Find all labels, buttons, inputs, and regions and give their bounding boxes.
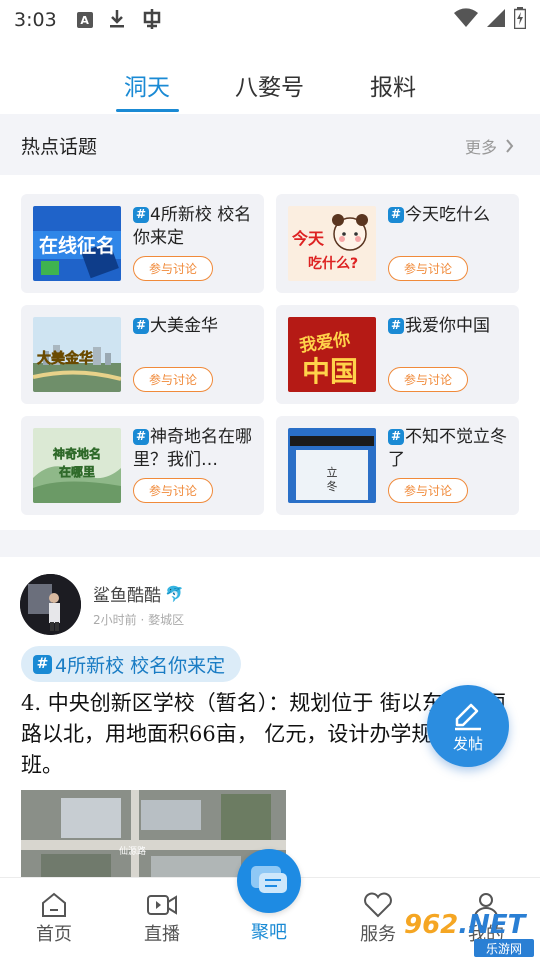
hash-icon: # <box>388 206 404 223</box>
topic-title: # 今天吃什么 <box>388 204 512 227</box>
topic-title: # 不知不觉立冬了 <box>388 427 507 470</box>
svg-text:中国: 中国 <box>302 355 358 388</box>
heart-icon <box>364 892 392 918</box>
hot-topics-grid: 在线征名 #4所新校 校名你来定 参与讨论 今天 吃什么? # 今天吃什么 参与… <box>0 175 540 530</box>
wifi-icon <box>454 8 478 32</box>
hash-icon: # <box>133 317 149 334</box>
dolphin-icon: 🐬 <box>165 584 184 603</box>
svg-text:在哪里: 在哪里 <box>59 464 95 479</box>
hot-topics-title: 热点话题 <box>21 136 98 158</box>
tab-dongtian[interactable]: 洞天 <box>124 68 170 102</box>
map-road-label: 仙源路 <box>119 845 146 857</box>
topic-card[interactable]: 今天 吃什么? # 今天吃什么 参与讨论 <box>276 194 519 293</box>
topic-card[interactable]: 神奇地名 在哪里 # 神奇地名在哪里？我们… 参与讨论 <box>21 416 264 515</box>
topic-thumbnail: 大美金华 <box>33 317 121 392</box>
join-discussion-button[interactable]: 参与讨论 <box>133 367 213 392</box>
active-tab-indicator <box>116 109 179 112</box>
topic-card[interactable]: 在线征名 #4所新校 校名你来定 参与讨论 <box>21 194 264 293</box>
nav-juba[interactable] <box>237 849 301 913</box>
compose-label: 发帖 <box>452 734 483 753</box>
author-name[interactable]: 鲨鱼酷酷 🐬 <box>93 581 184 607</box>
battery-icon <box>513 7 527 33</box>
top-tabs: 洞天 八婺号 报料 <box>0 68 540 114</box>
hash-icon: # <box>33 654 52 674</box>
chevron-right-icon <box>506 139 514 153</box>
join-discussion-button[interactable]: 参与讨论 <box>388 256 468 281</box>
hot-topics-header: 热点话题 更多 <box>0 114 540 175</box>
svg-text:冬: 冬 <box>327 479 338 493</box>
post-meta: 2小时前 · 婺城区 <box>93 613 185 627</box>
nav-home[interactable]: 首页 <box>19 892 89 946</box>
tab-bawuhao[interactable]: 八婺号 <box>235 68 304 102</box>
topic-title: # 大美金华 <box>133 315 257 338</box>
hash-icon: # <box>133 206 149 223</box>
topic-title: #4所新校 校名你来定 <box>133 205 252 248</box>
nav-juba-label[interactable]: 聚吧 <box>234 918 304 944</box>
hot-topics-section: 热点话题 更多 在线征名 #4所新校 校名你来定 参与讨论 今天 吃什么? # … <box>0 114 540 530</box>
a-icon: A <box>76 12 93 28</box>
section-divider <box>0 530 540 557</box>
avatar[interactable] <box>20 574 81 635</box>
signal-icon <box>486 8 506 32</box>
topic-thumbnail: 在线征名 <box>33 206 121 281</box>
topic-title: # 我爱你中国 <box>388 315 512 338</box>
thumb-text: 在线征名 <box>39 234 115 257</box>
compose-post-button[interactable]: 发帖 <box>427 685 509 767</box>
topic-thumbnail: 神奇地名 在哪里 <box>33 428 121 503</box>
topic-thumbnail: 立 冬 <box>288 428 376 503</box>
topic-card[interactable]: 我爱你 中国 # 我爱你中国 参与讨论 <box>276 305 519 404</box>
chat-icon <box>251 866 287 893</box>
topic-card[interactable]: 立 冬 # 不知不觉立冬了 参与讨论 <box>276 416 519 515</box>
join-discussion-button[interactable]: 参与讨论 <box>133 256 213 281</box>
thumb-text: 今天 <box>291 229 325 248</box>
thumb-text: 神奇地名 <box>53 446 101 461</box>
topic-title: # 神奇地名在哪里？我们… <box>133 427 252 470</box>
bug-icon <box>141 8 163 33</box>
post-topic-tag[interactable]: #4所新校 校名你来定 <box>21 646 242 682</box>
tab-baoliao[interactable]: 报料 <box>370 68 416 102</box>
join-discussion-button[interactable]: 参与讨论 <box>388 478 468 503</box>
topic-thumbnail: 今天 吃什么? <box>288 206 376 281</box>
status-time: 3:03 <box>14 9 57 31</box>
watermark-logo: 962.NET 乐游网 <box>400 908 540 960</box>
nav-live[interactable]: 直播 <box>127 892 197 946</box>
more-label: 更多 <box>464 138 497 157</box>
more-link[interactable]: 更多 <box>465 134 514 158</box>
video-icon <box>147 895 177 915</box>
thumb-text: 大美金华 <box>37 350 93 367</box>
hash-icon: # <box>388 317 404 334</box>
join-discussion-button[interactable]: 参与讨论 <box>388 367 468 392</box>
home-icon <box>42 892 66 917</box>
join-discussion-button[interactable]: 参与讨论 <box>133 478 213 503</box>
thumb-text: 立 <box>327 465 338 479</box>
status-bar: 3:03 A <box>0 0 540 40</box>
download-icon <box>109 9 125 32</box>
edit-icon <box>455 703 481 730</box>
hash-icon: # <box>388 428 404 445</box>
svg-text:吃什么?: 吃什么? <box>308 255 358 272</box>
topic-card[interactable]: 大美金华 # 大美金华 参与讨论 <box>21 305 264 404</box>
topic-thumbnail: 我爱你 中国 <box>288 317 376 392</box>
hash-icon: # <box>133 428 149 445</box>
